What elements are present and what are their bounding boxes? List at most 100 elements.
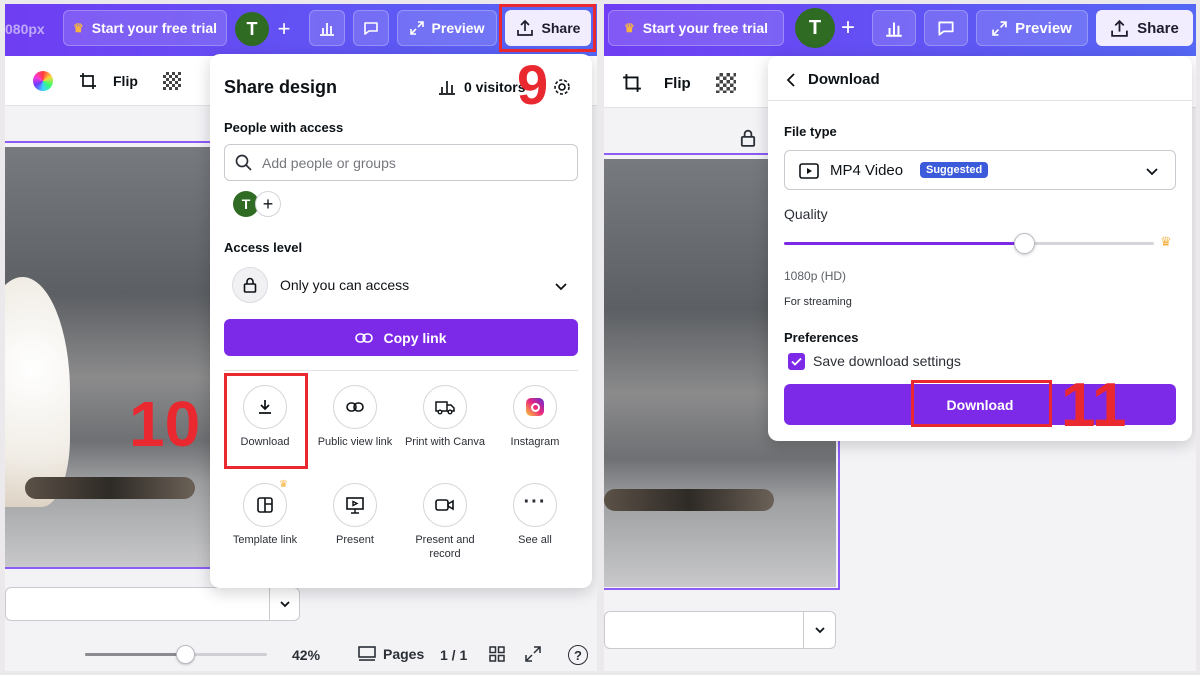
cat-tail (25, 477, 195, 499)
step-9: 9 (517, 53, 549, 116)
access-level-dropdown[interactable]: Only you can access (224, 266, 578, 304)
comment-icon (938, 21, 954, 36)
transparency-icon[interactable] (716, 73, 736, 93)
link-icon (333, 385, 377, 429)
insights-button[interactable] (309, 10, 345, 46)
transparency-icon[interactable] (163, 72, 181, 90)
copy-link-button[interactable]: Copy link (224, 319, 578, 356)
preview-button[interactable]: Preview (397, 10, 497, 46)
settings-gear-icon[interactable] (553, 78, 571, 96)
share-panel-title: Share design (224, 77, 338, 97)
see-all-option[interactable]: ··· See all (491, 483, 579, 547)
add-people-placeholder: Add people or groups (262, 154, 396, 171)
notes-chevron-icon[interactable] (269, 588, 299, 620)
quality-note: For streaming (784, 296, 852, 308)
copy-link-label: Copy link (383, 329, 447, 346)
free-trial-button[interactable]: ♛ Start your free trial (63, 10, 227, 46)
option-label: Present (336, 534, 374, 546)
invite-plus-icon[interactable]: + (269, 14, 299, 44)
divider (768, 100, 1192, 101)
template-icon: ♛ (243, 479, 288, 527)
flip-tool[interactable]: Flip (622, 73, 691, 93)
notes-field[interactable] (604, 611, 836, 649)
comments-button[interactable] (924, 10, 968, 46)
lock-icon[interactable] (740, 129, 756, 147)
divider (224, 370, 578, 371)
comments-button[interactable] (353, 10, 389, 46)
left-screenshot: 080px ♛ Start your free trial T + Previe… (5, 4, 597, 671)
free-trial-button[interactable]: ♛ Start your free trial (608, 10, 784, 46)
insights-button[interactable] (872, 10, 916, 46)
present-and-record-option[interactable]: Present and record (401, 483, 489, 561)
cat-image (5, 277, 70, 507)
right-screenshot: ♛ Start your free trial T + Preview Shar… (604, 4, 1196, 671)
print-with-canva-option[interactable]: Print with Canva (401, 385, 489, 449)
link-icon (355, 332, 374, 343)
visitors-counter[interactable]: 0 visitors (438, 79, 525, 95)
bar-chart-icon (439, 81, 455, 95)
crop-icon (623, 74, 641, 92)
page-count: 1 / 1 (440, 647, 468, 663)
present-option[interactable]: Present (311, 483, 399, 547)
avatar[interactable]: T (795, 8, 835, 48)
add-people-input[interactable]: Add people or groups (224, 144, 578, 181)
quality-slider-fill (784, 242, 1025, 245)
present-icon (333, 483, 377, 527)
quality-slider[interactable] (784, 233, 1154, 254)
step-10: 10 (129, 388, 201, 460)
access-level-value: Only you can access (280, 277, 410, 293)
share-label: Share (1137, 19, 1179, 37)
notes-chevron-icon[interactable] (803, 612, 835, 648)
download-panel-title: Download (808, 71, 880, 88)
flip-label: Flip (113, 73, 138, 89)
preview-label: Preview (431, 20, 485, 36)
preview-button[interactable]: Preview (976, 10, 1088, 46)
page-bar-bottom (5, 567, 215, 569)
chevron-left-icon (786, 72, 795, 87)
back-button[interactable]: Download (786, 71, 880, 88)
save-settings-checkbox[interactable] (788, 353, 805, 370)
chevron-down-icon (555, 283, 567, 291)
pages-icon (358, 646, 376, 661)
quality-slider-thumb[interactable] (1014, 233, 1035, 254)
grid-view-icon[interactable] (489, 646, 505, 662)
avatar[interactable]: T (235, 12, 269, 46)
chevron-down-icon (1146, 168, 1158, 176)
fullscreen-icon[interactable] (525, 646, 541, 662)
help-icon[interactable]: ? (568, 645, 588, 665)
pages-button[interactable]: Pages (357, 645, 424, 663)
color-wheel-icon[interactable] (33, 71, 53, 91)
file-type-dropdown[interactable]: MP4 Video Suggested (784, 150, 1176, 190)
avatar-initial: T (808, 16, 822, 39)
invite-plus-icon[interactable]: + (832, 12, 864, 44)
zoom-slider-thumb[interactable] (175, 645, 195, 664)
search-icon (235, 154, 252, 171)
pages-label: Pages (383, 646, 425, 662)
preferences-heading: Preferences (784, 330, 859, 345)
avatar-initial: T (246, 18, 258, 39)
free-trial-label: Start your free trial (91, 20, 218, 36)
public-view-link-option[interactable]: Public view link (311, 385, 399, 449)
quality-heading: Quality (784, 206, 828, 222)
collaborator-initial: T (241, 196, 251, 212)
share-button[interactable]: Share (1096, 10, 1193, 46)
preview-label: Preview (1015, 19, 1072, 37)
option-label: Print with Canva (404, 436, 486, 448)
access-heading: Access level (224, 240, 303, 255)
canvas-size-label: 080px (5, 21, 45, 37)
add-collaborator-icon[interactable]: + (255, 191, 281, 217)
crop-icon (80, 73, 96, 89)
truck-icon (423, 385, 467, 429)
option-label: Instagram (510, 436, 560, 448)
lock-icon (232, 267, 268, 303)
expand-icon (992, 20, 1007, 36)
flip-tool[interactable]: Flip (79, 72, 138, 90)
save-settings-label: Save download settings (813, 353, 961, 369)
crown-icon: ♛ (72, 21, 84, 35)
notes-field[interactable] (5, 587, 300, 621)
template-link-option[interactable]: ♛ Template link (221, 479, 309, 547)
zoom-value[interactable]: 42% (292, 647, 320, 663)
zoom-slider[interactable] (85, 645, 267, 664)
download-button-highlight (911, 380, 1052, 427)
instagram-option[interactable]: Instagram (491, 385, 579, 449)
